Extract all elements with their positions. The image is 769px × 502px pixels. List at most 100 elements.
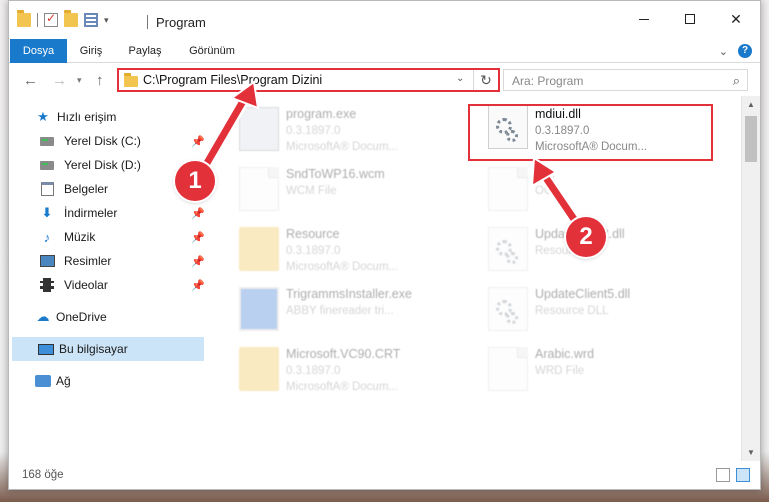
close-button[interactable]: ✕ — [713, 1, 759, 37]
search-placeholder[interactable]: Ara: Program — [512, 74, 583, 88]
tab-file[interactable]: Dosya — [10, 39, 67, 63]
file-item-sndtowp16[interactable]: SndToWP16.wcm WCM File — [229, 161, 459, 217]
sidebar-item-local-disk-c[interactable]: Yerel Disk (C:) 📌 — [9, 129, 205, 153]
expand-ribbon-chevron-icon[interactable]: ⌄ — [719, 45, 728, 58]
forward-arrow-icon[interactable]: → — [52, 72, 67, 89]
file-type: OC... — [535, 185, 562, 197]
documents-icon — [39, 182, 55, 196]
customize-toolbar-chevron-icon[interactable]: ▾ — [104, 15, 109, 26]
folder-icon — [239, 347, 279, 391]
pin-icon[interactable]: 📌 — [191, 231, 205, 244]
properties-check-icon[interactable] — [44, 11, 58, 27]
file-item-arabic-wrd[interactable]: Arabic.wrd WRD File — [478, 341, 708, 397]
sidebar-item-quick-access[interactable]: ★ Hızlı erişim — [9, 105, 204, 129]
step-2-badge: 2 — [566, 217, 606, 257]
sidebar-item-label: Müzik — [64, 230, 96, 244]
file-type: WCM File — [286, 185, 337, 197]
file-name: SndToWP16.wcm — [286, 167, 385, 181]
refresh-icon[interactable]: ↻ — [473, 70, 498, 90]
minimize-button[interactable] — [621, 1, 667, 37]
pin-icon[interactable]: 📌 — [191, 255, 205, 268]
document-icon — [239, 167, 279, 211]
maximize-button[interactable] — [667, 1, 713, 37]
help-icon[interactable]: ? — [738, 44, 752, 58]
file-item-updateclient5-dll[interactable]: UpdateClient5.dll Resource DLL — [478, 281, 708, 337]
file-item-gl[interactable]: gl... OC... — [478, 161, 708, 217]
pin-icon[interactable]: 📌 — [191, 207, 205, 220]
file-description: MicrosoftA® Docum... — [286, 141, 398, 153]
file-name: gl... — [535, 167, 556, 181]
scroll-down-icon[interactable]: ▼ — [747, 448, 755, 457]
explorer-window: ▾ Program ✕ Dosya Giriş Paylaş Görünüm ⌄… — [8, 0, 761, 490]
sidebar-item-label: Yerel Disk (D:) — [64, 158, 141, 172]
tiles-view-icon[interactable] — [736, 468, 750, 482]
sidebar-item-label: Hızlı erişim — [57, 110, 117, 124]
file-name: UpdateClient5.dll — [535, 287, 631, 301]
sidebar-item-label: Belgeler — [64, 182, 109, 196]
toolbar-separator — [37, 13, 38, 27]
document-icon — [488, 347, 528, 391]
file-item-vc90-crt-folder[interactable]: Microsoft.VC90.CRT 0.3.1897.0 MicrosoftA… — [229, 341, 459, 397]
search-box[interactable]: Ara: Program ⌕ — [503, 69, 748, 91]
file-description: Resource DLL — [535, 305, 609, 317]
sidebar-item-network[interactable]: Ağ — [9, 369, 204, 393]
sidebar-item-pictures[interactable]: Resimler 📌 — [9, 249, 205, 273]
ribbon-right-controls: ⌄ ? — [719, 44, 752, 58]
address-path[interactable]: C:\Program Files\Program Dizini — [143, 73, 322, 87]
file-version: 0.3.1897.0 — [286, 365, 341, 377]
file-name: TrigrammsInstaller.exe — [286, 287, 412, 301]
address-bar[interactable]: C:\Program Files\Program Dizini ⌄ ↻ — [117, 68, 500, 92]
sidebar-item-label: Ağ — [56, 374, 71, 388]
tab-home[interactable]: Giriş — [67, 39, 115, 63]
document-icon — [488, 167, 528, 211]
mdiui-highlight-box — [468, 104, 713, 161]
exe-icon — [239, 107, 279, 151]
pictures-icon — [39, 254, 55, 268]
status-bar: 168 öğe — [9, 461, 760, 489]
scroll-thumb[interactable] — [745, 116, 757, 162]
file-name: program.exe — [286, 107, 357, 121]
sidebar-item-music[interactable]: ♪ Müzik 📌 — [9, 225, 205, 249]
title-separator — [147, 15, 148, 29]
sidebar-item-local-disk-d[interactable]: Yerel Disk (D:) — [9, 153, 204, 177]
maximize-icon — [685, 14, 695, 24]
new-folder-icon[interactable] — [64, 10, 78, 27]
sidebar-item-label: Videolar — [64, 278, 108, 292]
minimize-icon — [639, 18, 649, 20]
back-arrow-icon[interactable]: ← — [23, 72, 38, 89]
up-arrow-icon[interactable]: ↑ — [96, 72, 104, 89]
file-description: MicrosoftA® Docum... — [286, 261, 398, 273]
search-icon[interactable]: ⌕ — [733, 73, 740, 89]
disk-icon — [39, 134, 55, 148]
navigation-bar: ← → ▾ ↑ C:\Program Files\Program Dizini … — [9, 64, 760, 96]
pin-icon[interactable]: 📌 — [191, 135, 205, 148]
videos-icon — [39, 278, 55, 292]
details-view-icon[interactable] — [716, 468, 730, 482]
sidebar-item-this-pc[interactable]: Bu bilgisayar — [12, 337, 204, 361]
file-item-resource-folder[interactable]: Resource 0.3.1897.0 MicrosoftA® Docum... — [229, 221, 459, 277]
computer-icon — [38, 342, 54, 356]
sidebar-item-onedrive[interactable]: ☁ OneDrive — [9, 305, 204, 329]
sidebar-item-label: Yerel Disk (C:) — [64, 134, 141, 148]
navigation-pane: ★ Hızlı erişim Yerel Disk (C:) 📌 Yerel D… — [9, 96, 206, 461]
recent-locations-chevron-icon[interactable]: ▾ — [77, 75, 82, 86]
tab-share[interactable]: Paylaş — [117, 39, 173, 63]
tab-view[interactable]: Görünüm — [177, 39, 247, 63]
step-1-badge: 1 — [175, 161, 215, 201]
window-title: Program — [156, 15, 206, 30]
vertical-scrollbar[interactable]: ▲ ▼ — [741, 96, 760, 461]
sidebar-item-videos[interactable]: Videolar 📌 — [9, 273, 205, 297]
file-type: WRD File — [535, 365, 585, 377]
view-options-icon[interactable] — [84, 13, 98, 27]
scroll-up-icon[interactable]: ▲ — [747, 100, 755, 109]
sidebar-item-downloads[interactable]: ⬇ İndirmeler 📌 — [9, 201, 205, 225]
star-icon: ★ — [37, 109, 49, 124]
pin-icon[interactable]: 📌 — [191, 279, 205, 292]
file-item-program-exe[interactable]: program.exe 0.3.1897.0 MicrosoftA® Docum… — [229, 101, 459, 157]
title-bar: ▾ Program ✕ — [9, 1, 760, 39]
address-folder-icon — [124, 73, 138, 87]
address-dropdown-chevron-icon[interactable]: ⌄ — [456, 73, 464, 84]
file-description: MicrosoftA® Docum... — [286, 381, 398, 393]
folder-icon[interactable] — [17, 10, 31, 27]
file-item-trigramms-installer[interactable]: TrigrammsInstaller.exe ABBY finereader t… — [229, 281, 459, 337]
